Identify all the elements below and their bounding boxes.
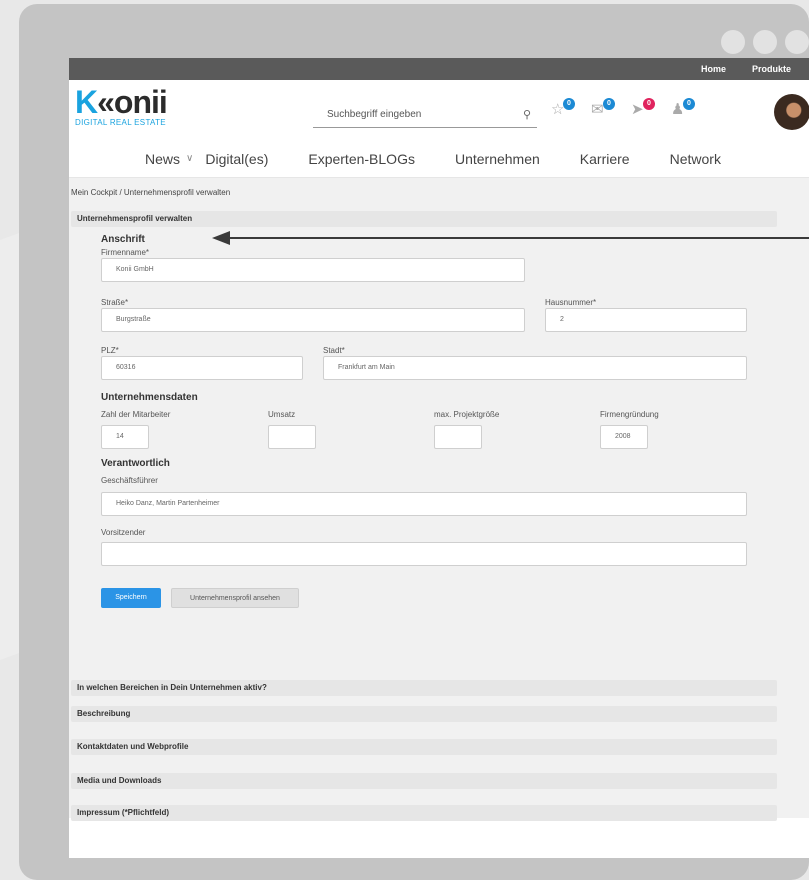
mitarbeiter-field[interactable]: 14 bbox=[101, 425, 149, 449]
label-gruendung: Firmengründung bbox=[600, 410, 659, 419]
mail-icon[interactable]: ✉ 0 bbox=[591, 98, 615, 120]
firmenname-field[interactable]: Konii GmbH bbox=[101, 258, 525, 282]
window-dot[interactable] bbox=[785, 30, 809, 54]
nav-label-news: News bbox=[145, 150, 181, 167]
projekt-field[interactable] bbox=[434, 425, 482, 449]
top-bar: Home Produkte bbox=[69, 58, 809, 80]
label-firmenname: Firmenname* bbox=[101, 248, 150, 257]
top-link-home[interactable]: Home bbox=[701, 64, 726, 74]
nav-item-experten[interactable]: Experten-BLOGs bbox=[308, 151, 415, 167]
window-controls bbox=[721, 30, 809, 54]
vorsitz-field[interactable] bbox=[101, 542, 747, 566]
hausnummer-field[interactable]: 2 bbox=[545, 308, 747, 332]
annotation-arrow-line bbox=[229, 237, 809, 239]
section-kontakt[interactable]: Kontaktdaten und Webprofile bbox=[71, 739, 777, 755]
mail-badge: 0 bbox=[603, 98, 615, 110]
label-projekt: max. Projektgröße bbox=[434, 410, 500, 419]
nav-item-karriere[interactable]: Karriere bbox=[580, 151, 630, 167]
save-button[interactable]: Speichern bbox=[101, 588, 161, 608]
window-dot[interactable] bbox=[753, 30, 777, 54]
chevron-down-icon: ∨ bbox=[186, 153, 194, 164]
section-impressum[interactable]: Impressum (*Pflichtfeld) bbox=[71, 805, 777, 821]
section-media[interactable]: Media und Downloads bbox=[71, 773, 777, 789]
star-badge: 0 bbox=[563, 98, 575, 110]
label-stadt: Stadt* bbox=[323, 346, 345, 355]
star-icon[interactable]: ☆ 0 bbox=[551, 98, 575, 120]
nav-item-unternehmen[interactable]: Unternehmen bbox=[455, 151, 540, 167]
search-input[interactable]: Suchbegriff eingeben ⚲ bbox=[313, 102, 537, 128]
gruendung-field[interactable]: 2008 bbox=[600, 425, 648, 449]
avatar[interactable] bbox=[774, 94, 809, 130]
label-hausnummer: Hausnummer* bbox=[545, 298, 597, 307]
group-anschrift: Anschrift bbox=[101, 234, 145, 245]
nav-item-news[interactable]: News ∨ bbox=[145, 151, 193, 167]
label-mitarbeiter: Zahl der Mitarbeiter bbox=[101, 410, 171, 419]
strasse-field[interactable]: Burgstraße bbox=[101, 308, 525, 332]
section-profile[interactable]: Unternehmensprofil verwalten bbox=[71, 211, 777, 227]
nav-item-network[interactable]: Network bbox=[670, 151, 721, 167]
logo-text: «onii bbox=[97, 84, 168, 120]
nav-item-digital[interactable]: Digital(es) bbox=[205, 151, 268, 167]
logo[interactable]: K«onii DIGITAL REAL ESTATE bbox=[75, 84, 168, 127]
header-icons: ☆ 0 ✉ 0 ➤ 0 ♟ 0 bbox=[551, 98, 695, 120]
label-gf: Geschäftsführer bbox=[101, 476, 158, 485]
stadt-field[interactable]: Frankfurt am Main bbox=[323, 356, 747, 380]
users-badge: 0 bbox=[683, 98, 695, 110]
annotation-arrow-head bbox=[212, 231, 230, 245]
breadcrumb: Mein Cockpit / Unternehmensprofil verwal… bbox=[71, 188, 231, 197]
group-unternehmensdaten: Unternehmensdaten bbox=[101, 392, 198, 403]
page-screen: Home Produkte K«onii DIGITAL REAL ESTATE… bbox=[69, 58, 809, 858]
section-bereiche[interactable]: In welchen Bereichen in Dein Unternehmen… bbox=[71, 680, 777, 696]
view-profile-button[interactable]: Unternehmensprofil ansehen bbox=[171, 588, 299, 608]
group-verantwortlich: Verantwortlich bbox=[101, 458, 170, 469]
top-link-produkte[interactable]: Produkte bbox=[752, 64, 791, 74]
logo-tagline: DIGITAL REAL ESTATE bbox=[75, 118, 166, 127]
umsatz-field[interactable] bbox=[268, 425, 316, 449]
section-beschreibung[interactable]: Beschreibung bbox=[71, 706, 777, 722]
send-icon[interactable]: ➤ 0 bbox=[631, 98, 655, 120]
main-nav: News ∨ Digital(es) Experten-BLOGs Unterne… bbox=[69, 140, 809, 178]
gf-field[interactable]: Heiko Danz, Martin Partenheimer bbox=[101, 492, 747, 516]
label-plz: PLZ* bbox=[101, 346, 119, 355]
users-icon[interactable]: ♟ 0 bbox=[671, 98, 695, 120]
site-header: K«onii DIGITAL REAL ESTATE Suchbegriff e… bbox=[69, 80, 809, 140]
label-strasse: Straße* bbox=[101, 298, 129, 307]
search-icon[interactable]: ⚲ bbox=[523, 108, 531, 121]
logo-k: K bbox=[75, 84, 98, 120]
main-content: Mein Cockpit / Unternehmensprofil verwal… bbox=[69, 178, 809, 821]
label-vorsitz: Vorsitzender bbox=[101, 528, 146, 537]
send-badge: 0 bbox=[643, 98, 655, 110]
label-umsatz: Umsatz bbox=[268, 410, 296, 419]
window-dot[interactable] bbox=[721, 30, 745, 54]
search-placeholder: Suchbegriff eingeben bbox=[327, 109, 422, 120]
plz-field[interactable]: 60316 bbox=[101, 356, 303, 380]
